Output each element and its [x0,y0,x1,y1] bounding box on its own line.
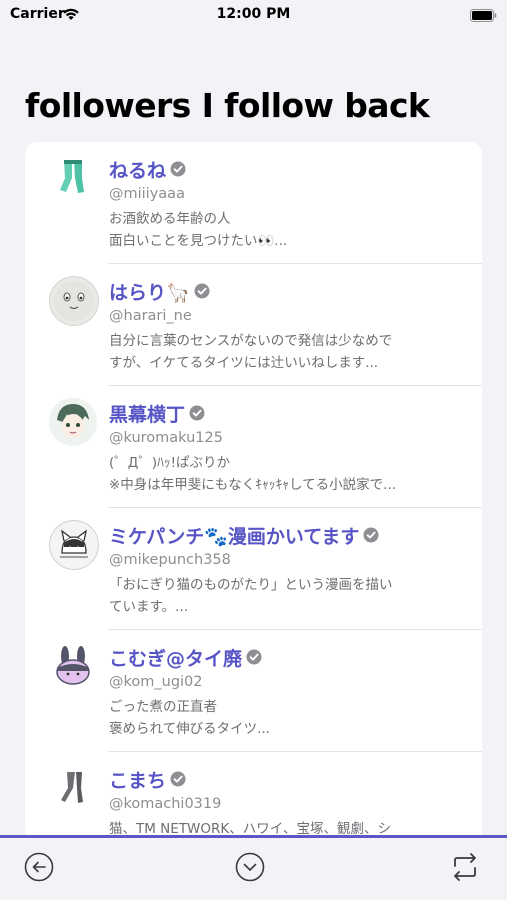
follower-handle: @harari_ne [109,308,192,324]
follower-name[interactable]: ねるね [109,156,166,183]
verified-badge-icon [189,405,205,421]
smiling-face-avatar [49,276,99,326]
follower-name[interactable]: 黒幕横丁 [109,400,185,427]
legs-sketch-avatar [49,764,97,812]
follower-bio: (゜Д゜)ﾊｯ!ぱぶりか ※中身は年甲斐にもなくｷｬｯｷｬしてる小説家で... [109,452,469,496]
repost-arrows-icon [449,852,481,886]
chevron-down-circle-icon [235,852,265,886]
verified-badge-icon [170,771,186,787]
follower-bio: お酒飲める年齢の人 面白いことを見つけたい👀... [109,208,469,252]
follower-handle: @mikepunch358 [109,552,231,568]
green-legs-avatar [49,154,97,202]
bio-line: 面白いことを見つけたい👀... [109,233,288,249]
bio-line: (゜Д゜)ﾊｯ!ぱぶりか [109,455,230,471]
clock: 12:00 PM [216,6,291,22]
bio-line: 「おにぎり猫のものがたり」という漫画を描い [109,577,393,593]
bio-line: 褒められて伸びるタイツ... [109,721,270,737]
page-title: followers I follow back [25,86,430,125]
follower-bio: 「おにぎり猫のものがたり」という漫画を描い ています。... [109,574,469,618]
follower-row[interactable]: こまち @komachi0319 猫、TM NETWORK、ハワイ、宝塚、観劇、… [25,752,482,842]
follower-name[interactable]: こまち [109,766,166,793]
bio-line: ごった煮の正直者 [109,699,217,715]
follower-handle: @kom_ugi02 [109,674,203,690]
verified-badge-icon [363,527,379,543]
follower-name[interactable]: はらり🦙 [109,278,190,305]
bio-line: ※中身は年甲斐にもなくｷｬｯｷｬしてる小説家で... [109,477,397,493]
follower-handle: @komachi0319 [109,796,222,812]
bio-line: 自分に言葉のセンスがないので発信は少なめで [109,333,393,349]
follower-row[interactable]: ねるね @miiiyaaa お酒飲める年齢の人 面白いことを見つけたい👀... [25,142,482,264]
verified-badge-icon [170,161,186,177]
follower-handle: @kuromaku125 [109,430,223,446]
repost-button[interactable] [448,852,482,886]
follower-row[interactable]: 黒幕横丁 @kuromaku125 (゜Д゜)ﾊｯ!ぱぶりか ※中身は年甲斐にも… [25,386,482,508]
back-button[interactable] [22,852,56,886]
follower-row[interactable]: はらり🦙 @harari_ne 自分に言葉のセンスがないので発信は少なめで すが… [25,264,482,386]
follower-name[interactable]: ミケパンチ🐾漫画かいてます [109,522,359,549]
anime-character-avatar [49,398,97,446]
bio-line: すが、イケてるタイツには辻いいねします... [109,355,379,371]
arrow-left-circle-icon [24,852,54,886]
follower-bio: ごった煮の正直者 褒められて伸びるタイツ... [109,696,469,740]
scroll-down-button[interactable] [233,852,267,886]
bio-line: お酒飲める年齢の人 [109,211,231,227]
follower-row[interactable]: ミケパンチ🐾漫画かいてます @mikepunch358 「おにぎり猫のものがたり… [25,508,482,630]
follower-handle: @miiiyaaa [109,186,185,202]
purple-bunny-avatar [49,642,97,690]
follower-bio: 自分に言葉のセンスがないので発信は少なめで すが、イケてるタイツには辻いいねしま… [109,330,469,374]
follower-row[interactable]: こむぎ@タイ廃 @kom_ugi02 ごった煮の正直者 褒められて伸びるタイツ.… [25,630,482,752]
verified-badge-icon [246,649,262,665]
battery-icon [470,7,497,26]
bottom-toolbar [0,838,507,900]
verified-badge-icon [194,283,210,299]
cat-sketch-avatar [49,520,99,570]
bio-line: ています。... [109,599,189,615]
followers-list: ねるね @miiiyaaa お酒飲める年齢の人 面白いことを見つけたい👀... [25,142,482,842]
follower-name[interactable]: こむぎ@タイ廃 [109,644,242,671]
status-bar: Carrier 12:00 PM [0,0,507,30]
